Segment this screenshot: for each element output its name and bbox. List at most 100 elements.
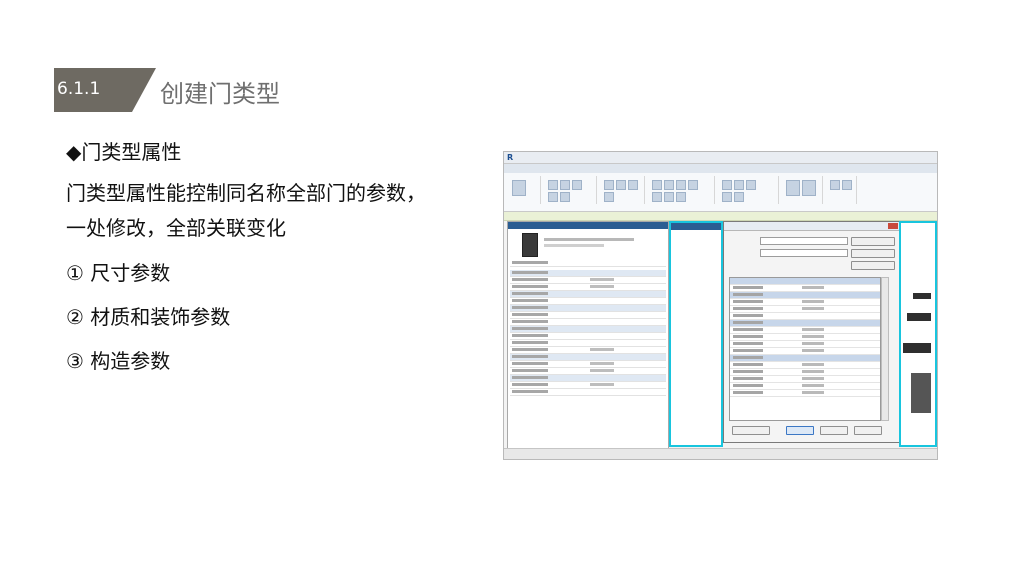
tool-icon xyxy=(746,180,756,190)
grid-row xyxy=(730,348,880,355)
property-category xyxy=(510,291,666,298)
properties-palette xyxy=(507,221,669,449)
tool-icon xyxy=(842,180,852,190)
tool-icon xyxy=(734,180,744,190)
property-category xyxy=(510,326,666,333)
tool-icon xyxy=(722,180,732,190)
grid-row xyxy=(730,341,880,348)
section-title: 创建门类型 xyxy=(160,80,280,108)
mode-bar xyxy=(504,212,937,221)
tool-icon xyxy=(560,180,570,190)
modify-icon xyxy=(512,180,526,196)
cancel-button xyxy=(820,426,848,435)
type-properties-dialog xyxy=(723,221,900,443)
app-titlebar: R xyxy=(504,152,937,164)
tool-icon xyxy=(628,180,638,190)
property-category xyxy=(510,354,666,361)
property-row xyxy=(510,277,666,284)
model-geometry xyxy=(913,293,931,299)
ribbon-group xyxy=(544,176,597,204)
property-row xyxy=(510,284,666,291)
grid-scrollbar xyxy=(881,277,889,421)
model-geometry xyxy=(911,373,931,413)
grid-row xyxy=(730,383,880,390)
door-thumbnail xyxy=(522,233,538,257)
property-category xyxy=(510,270,666,277)
family-dropdown xyxy=(760,237,848,245)
tool-icon xyxy=(548,192,558,202)
property-row xyxy=(510,319,666,326)
list-item-construction: ③ 构造参数 xyxy=(66,349,171,373)
grid-row xyxy=(730,306,880,313)
properties-header xyxy=(508,222,668,229)
ribbon-group xyxy=(508,176,541,204)
grid-row xyxy=(730,299,880,306)
tool-icon xyxy=(664,192,674,202)
tool-icon xyxy=(830,180,840,190)
app-logo: R xyxy=(507,153,514,162)
grid-row xyxy=(730,334,880,341)
3d-view xyxy=(899,221,937,447)
section-number: 6.1.1 xyxy=(57,79,101,99)
property-row xyxy=(510,333,666,340)
grid-category xyxy=(730,320,880,327)
dialog-titlebar xyxy=(724,222,899,231)
grid-category xyxy=(730,355,880,362)
tool-icon xyxy=(688,180,698,190)
ribbon-group xyxy=(826,176,857,204)
grid-row xyxy=(730,285,880,292)
tool-icon xyxy=(572,180,582,190)
duplicate-button xyxy=(851,249,895,258)
tool-icon xyxy=(548,180,558,190)
tool-icon xyxy=(652,192,662,202)
project-browser xyxy=(669,221,723,447)
grid-header xyxy=(730,278,880,285)
grid-row xyxy=(730,390,880,397)
grid-row xyxy=(730,313,880,320)
ribbon-group xyxy=(782,176,823,204)
list-item-dimensions: ① 尺寸参数 xyxy=(66,261,171,285)
tool-icon xyxy=(734,192,744,202)
property-row xyxy=(510,260,666,267)
grid-row xyxy=(730,376,880,383)
grid-row xyxy=(730,362,880,369)
subheading: ◆门类型属性 xyxy=(66,140,182,164)
type-subname xyxy=(544,244,604,247)
tool-icon xyxy=(604,192,614,202)
load-button xyxy=(851,237,895,246)
browser-header xyxy=(671,223,721,230)
tool-icon xyxy=(604,180,614,190)
tool-icon xyxy=(560,192,570,202)
close-icon xyxy=(888,223,898,229)
ribbon-group xyxy=(648,176,715,204)
property-row xyxy=(510,389,666,396)
property-row xyxy=(510,340,666,347)
section-number-tag: 6.1.1 xyxy=(54,68,156,112)
ribbon-group xyxy=(600,176,645,204)
model-geometry xyxy=(903,343,931,353)
grid-category xyxy=(730,292,880,299)
property-row xyxy=(510,361,666,368)
property-row xyxy=(510,312,666,319)
tool-icon xyxy=(664,180,674,190)
grid-row xyxy=(730,369,880,376)
property-row xyxy=(510,298,666,305)
type-selector xyxy=(544,238,634,241)
property-category xyxy=(510,375,666,382)
status-bar xyxy=(504,448,937,459)
apply-button xyxy=(854,426,882,435)
property-row xyxy=(510,382,666,389)
tool-icon xyxy=(652,180,662,190)
grid-row xyxy=(730,327,880,334)
property-row xyxy=(510,347,666,354)
ribbon-tabs xyxy=(504,164,937,173)
property-category xyxy=(510,305,666,312)
type-dropdown xyxy=(760,249,848,257)
tool-icon xyxy=(676,192,686,202)
revit-screenshot: R xyxy=(503,151,938,460)
property-row xyxy=(510,368,666,375)
model-geometry xyxy=(907,313,931,321)
ok-button xyxy=(786,426,814,435)
ribbon xyxy=(504,173,937,212)
rename-button xyxy=(851,261,895,270)
